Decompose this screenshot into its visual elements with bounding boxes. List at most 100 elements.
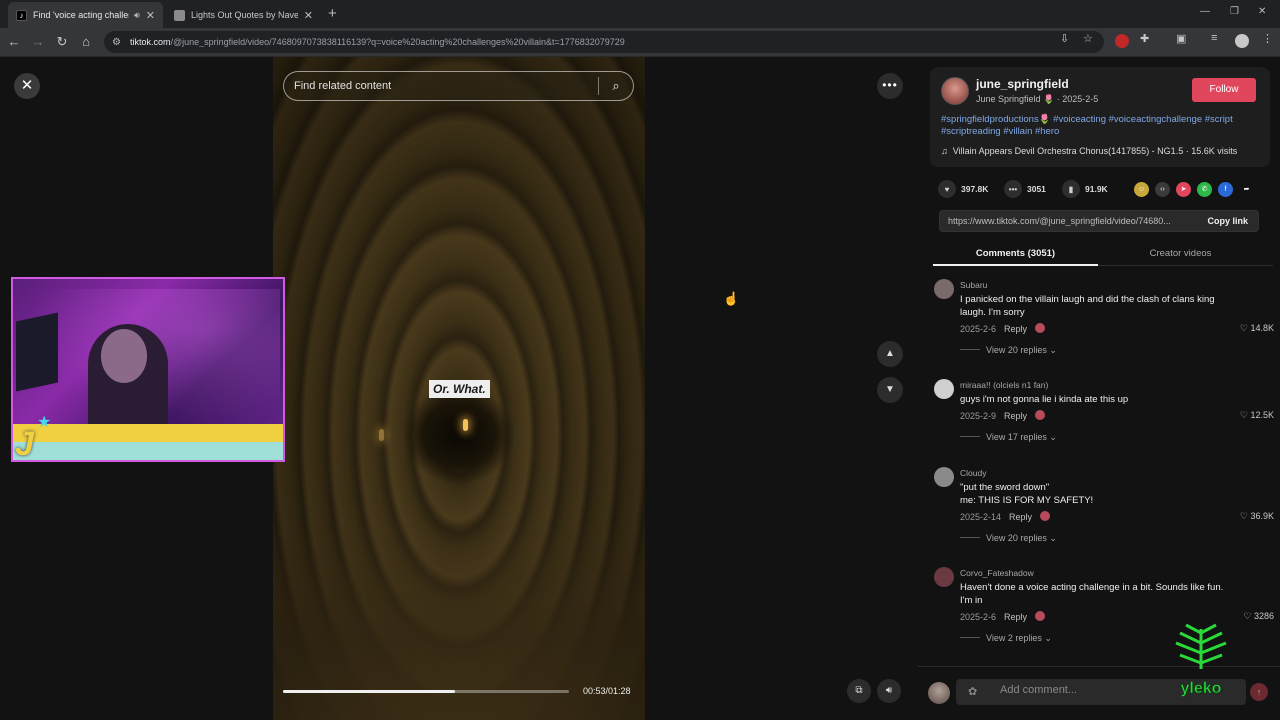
replies-divider bbox=[960, 537, 980, 538]
video-progress-bar[interactable] bbox=[283, 690, 569, 693]
whatsapp-icon[interactable]: ✆ bbox=[1197, 182, 1212, 197]
video-link-url[interactable]: https://www.tiktok.com/@june_springfield… bbox=[948, 216, 1196, 226]
address-bar[interactable]: ⚙ tiktok.com/@june_springfield/video/746… bbox=[104, 31, 1104, 53]
reply-button[interactable]: Reply bbox=[1004, 411, 1027, 421]
browser-tab-tiktok[interactable]: ♪ Find 'voice acting challenge 🔊︎ ✕ bbox=[8, 2, 163, 28]
commenter-name[interactable]: Cloudy bbox=[960, 468, 986, 478]
more-options-icon[interactable]: ••• bbox=[877, 73, 903, 99]
search-icon[interactable]: ⌕ bbox=[599, 78, 633, 94]
friends-share-icon[interactable]: ☺ bbox=[1134, 182, 1149, 197]
copy-link-button[interactable]: Copy link bbox=[1207, 216, 1248, 226]
home-icon[interactable]: ⌂ bbox=[78, 34, 94, 49]
view-replies-button[interactable]: View 20 replies ⌄ bbox=[960, 533, 1057, 544]
previous-video-icon[interactable]: ▲ bbox=[877, 341, 903, 367]
related-search-bar: ⌕ bbox=[283, 71, 634, 101]
send-to-friends-icon[interactable]: ➤ bbox=[1176, 182, 1191, 197]
video-description[interactable]: #springfieldproductions🌷 #voiceacting #v… bbox=[941, 114, 1259, 138]
star-icon: ★ bbox=[37, 414, 52, 431]
plus-icon[interactable]: + bbox=[328, 5, 337, 22]
comment-like-button[interactable]: ♡ 14.8K bbox=[1240, 323, 1274, 334]
torch-left bbox=[463, 419, 468, 431]
save-button[interactable]: ▮ 91.9K bbox=[1062, 180, 1108, 198]
torch-far bbox=[379, 429, 384, 441]
commenter-name[interactable]: miraaa!! (olciels n1 fan) bbox=[960, 380, 1048, 390]
install-app-icon[interactable]: ⇩ bbox=[1060, 32, 1069, 45]
bookmark-star-icon[interactable]: ☆ bbox=[1083, 32, 1093, 45]
embed-icon[interactable]: ‹› bbox=[1155, 182, 1170, 197]
related-search-input[interactable] bbox=[284, 80, 598, 92]
url-text[interactable]: tiktok.com/@june_springfield/video/74680… bbox=[130, 37, 625, 47]
pip-icon[interactable]: ⧉ bbox=[847, 679, 871, 703]
commenter-avatar[interactable] bbox=[934, 567, 954, 587]
profile-avatar[interactable] bbox=[1235, 34, 1249, 48]
reply-button[interactable]: Reply bbox=[1009, 512, 1032, 522]
next-video-icon[interactable]: ▼ bbox=[877, 377, 903, 403]
comment-text: Haven't done a voice acting challenge in… bbox=[960, 582, 1224, 606]
reading-mode-icon[interactable]: ▣ bbox=[1176, 32, 1186, 45]
video-caption: Or. What. bbox=[429, 380, 490, 398]
comment-like-button[interactable]: ♡ 36.9K bbox=[1240, 511, 1274, 522]
channel-watermark-logo: yleko bbox=[1175, 623, 1227, 697]
view-replies-button[interactable]: View 2 replies ⌄ bbox=[960, 633, 1052, 644]
forward-icon[interactable]: → bbox=[30, 34, 46, 49]
comment-like-button[interactable]: ♡ 12.5K bbox=[1240, 410, 1274, 421]
extensions-puzzle-icon[interactable]: ✚ bbox=[1140, 32, 1149, 45]
volume-icon[interactable]: 🔊︎ bbox=[877, 679, 901, 703]
commenter-name[interactable]: Subaru bbox=[960, 280, 987, 290]
author-handle[interactable]: june_springfield bbox=[976, 77, 1069, 91]
address-toolbar: ← → ↻ ⌂ ⚙ tiktok.com/@june_springfield/v… bbox=[0, 28, 1280, 57]
minimize-icon[interactable]: — bbox=[1200, 6, 1210, 17]
tab-close-icon[interactable]: ✕ bbox=[146, 9, 155, 22]
author-avatar[interactable] bbox=[941, 77, 969, 105]
webcam-head bbox=[101, 329, 147, 383]
creator-liked-icon bbox=[1035, 323, 1046, 333]
comment-input[interactable] bbox=[1000, 684, 1160, 696]
reload-icon[interactable]: ↻ bbox=[54, 34, 70, 50]
browser-tab-quotes[interactable]: Lights Out Quotes by Navessa ✕ bbox=[166, 2, 321, 28]
comment-bubble-icon: ••• bbox=[1004, 180, 1022, 198]
media-controls-icon[interactable]: ≡ bbox=[1211, 32, 1217, 44]
kebab-menu-icon[interactable]: ⋮ bbox=[1262, 32, 1273, 45]
comment-meta: 2025-2-6 Reply bbox=[960, 611, 1046, 622]
extension-red-icon[interactable] bbox=[1115, 34, 1129, 48]
site-info-icon[interactable]: ⚙ bbox=[112, 37, 121, 48]
tab-close-icon[interactable]: ✕ bbox=[304, 9, 313, 22]
follow-button[interactable]: Follow bbox=[1192, 78, 1256, 102]
engagement-stats: ♥ 397.8K ••• 3051 ▮ 91.9K ☺ ‹› ➤ ✆ f ➦ bbox=[938, 180, 1278, 200]
back-icon[interactable]: ← bbox=[6, 34, 22, 49]
facebook-icon[interactable]: f bbox=[1218, 182, 1233, 197]
close-icon[interactable]: ✕ bbox=[14, 73, 40, 99]
share-arrow-icon[interactable]: ➦ bbox=[1239, 182, 1254, 197]
emoji-icon[interactable]: ✿ bbox=[968, 685, 977, 698]
comment-date: 2025-2-9 bbox=[960, 411, 997, 421]
reply-button[interactable]: Reply bbox=[1004, 324, 1027, 334]
post-comment-icon[interactable]: ↑ bbox=[1250, 683, 1268, 701]
reply-button[interactable]: Reply bbox=[1004, 612, 1027, 622]
watermark-text: yleko bbox=[1181, 680, 1222, 697]
commenter-avatar[interactable] bbox=[934, 379, 954, 399]
restore-icon[interactable]: ❐ bbox=[1230, 6, 1239, 17]
author-card: june_springfield June Springfield 🌷 · 20… bbox=[930, 67, 1270, 167]
view-replies-button[interactable]: View 17 replies ⌄ bbox=[960, 432, 1057, 443]
comment-like-button[interactable]: ♡ 3286 bbox=[1243, 611, 1274, 622]
video-frame[interactable]: Or. What. bbox=[273, 57, 645, 720]
current-user-avatar[interactable] bbox=[928, 682, 950, 704]
music-line[interactable]: ♫ Villain Appears Devil Orchestra Chorus(… bbox=[941, 146, 1237, 156]
comment-button[interactable]: ••• 3051 bbox=[1004, 180, 1046, 198]
bookmark-icon: ▮ bbox=[1062, 180, 1080, 198]
copy-link-box: https://www.tiktok.com/@june_springfield… bbox=[939, 210, 1259, 232]
like-button[interactable]: ♥ 397.8K bbox=[938, 180, 988, 198]
speaker-icon[interactable]: 🔊︎ bbox=[134, 10, 140, 21]
commenter-avatar[interactable] bbox=[934, 279, 954, 299]
heart-outline-icon: ♡ bbox=[1239, 410, 1251, 420]
commenter-avatar[interactable] bbox=[934, 467, 954, 487]
commenter-name[interactable]: Corvo_Fateshadow bbox=[960, 568, 1034, 578]
heart-outline-icon: ♡ bbox=[1239, 323, 1251, 333]
close-window-icon[interactable]: ✕ bbox=[1258, 6, 1266, 17]
music-title: Villain Appears Devil Orchestra Chorus(1… bbox=[952, 146, 1238, 156]
tab-creator-videos[interactable]: Creator videos bbox=[1098, 248, 1263, 259]
view-replies-button[interactable]: View 20 replies ⌄ bbox=[960, 345, 1057, 356]
tab-comments[interactable]: Comments (3051) bbox=[933, 248, 1098, 259]
creator-liked-icon bbox=[1040, 511, 1051, 521]
heart-outline-icon: ♡ bbox=[1239, 511, 1251, 521]
